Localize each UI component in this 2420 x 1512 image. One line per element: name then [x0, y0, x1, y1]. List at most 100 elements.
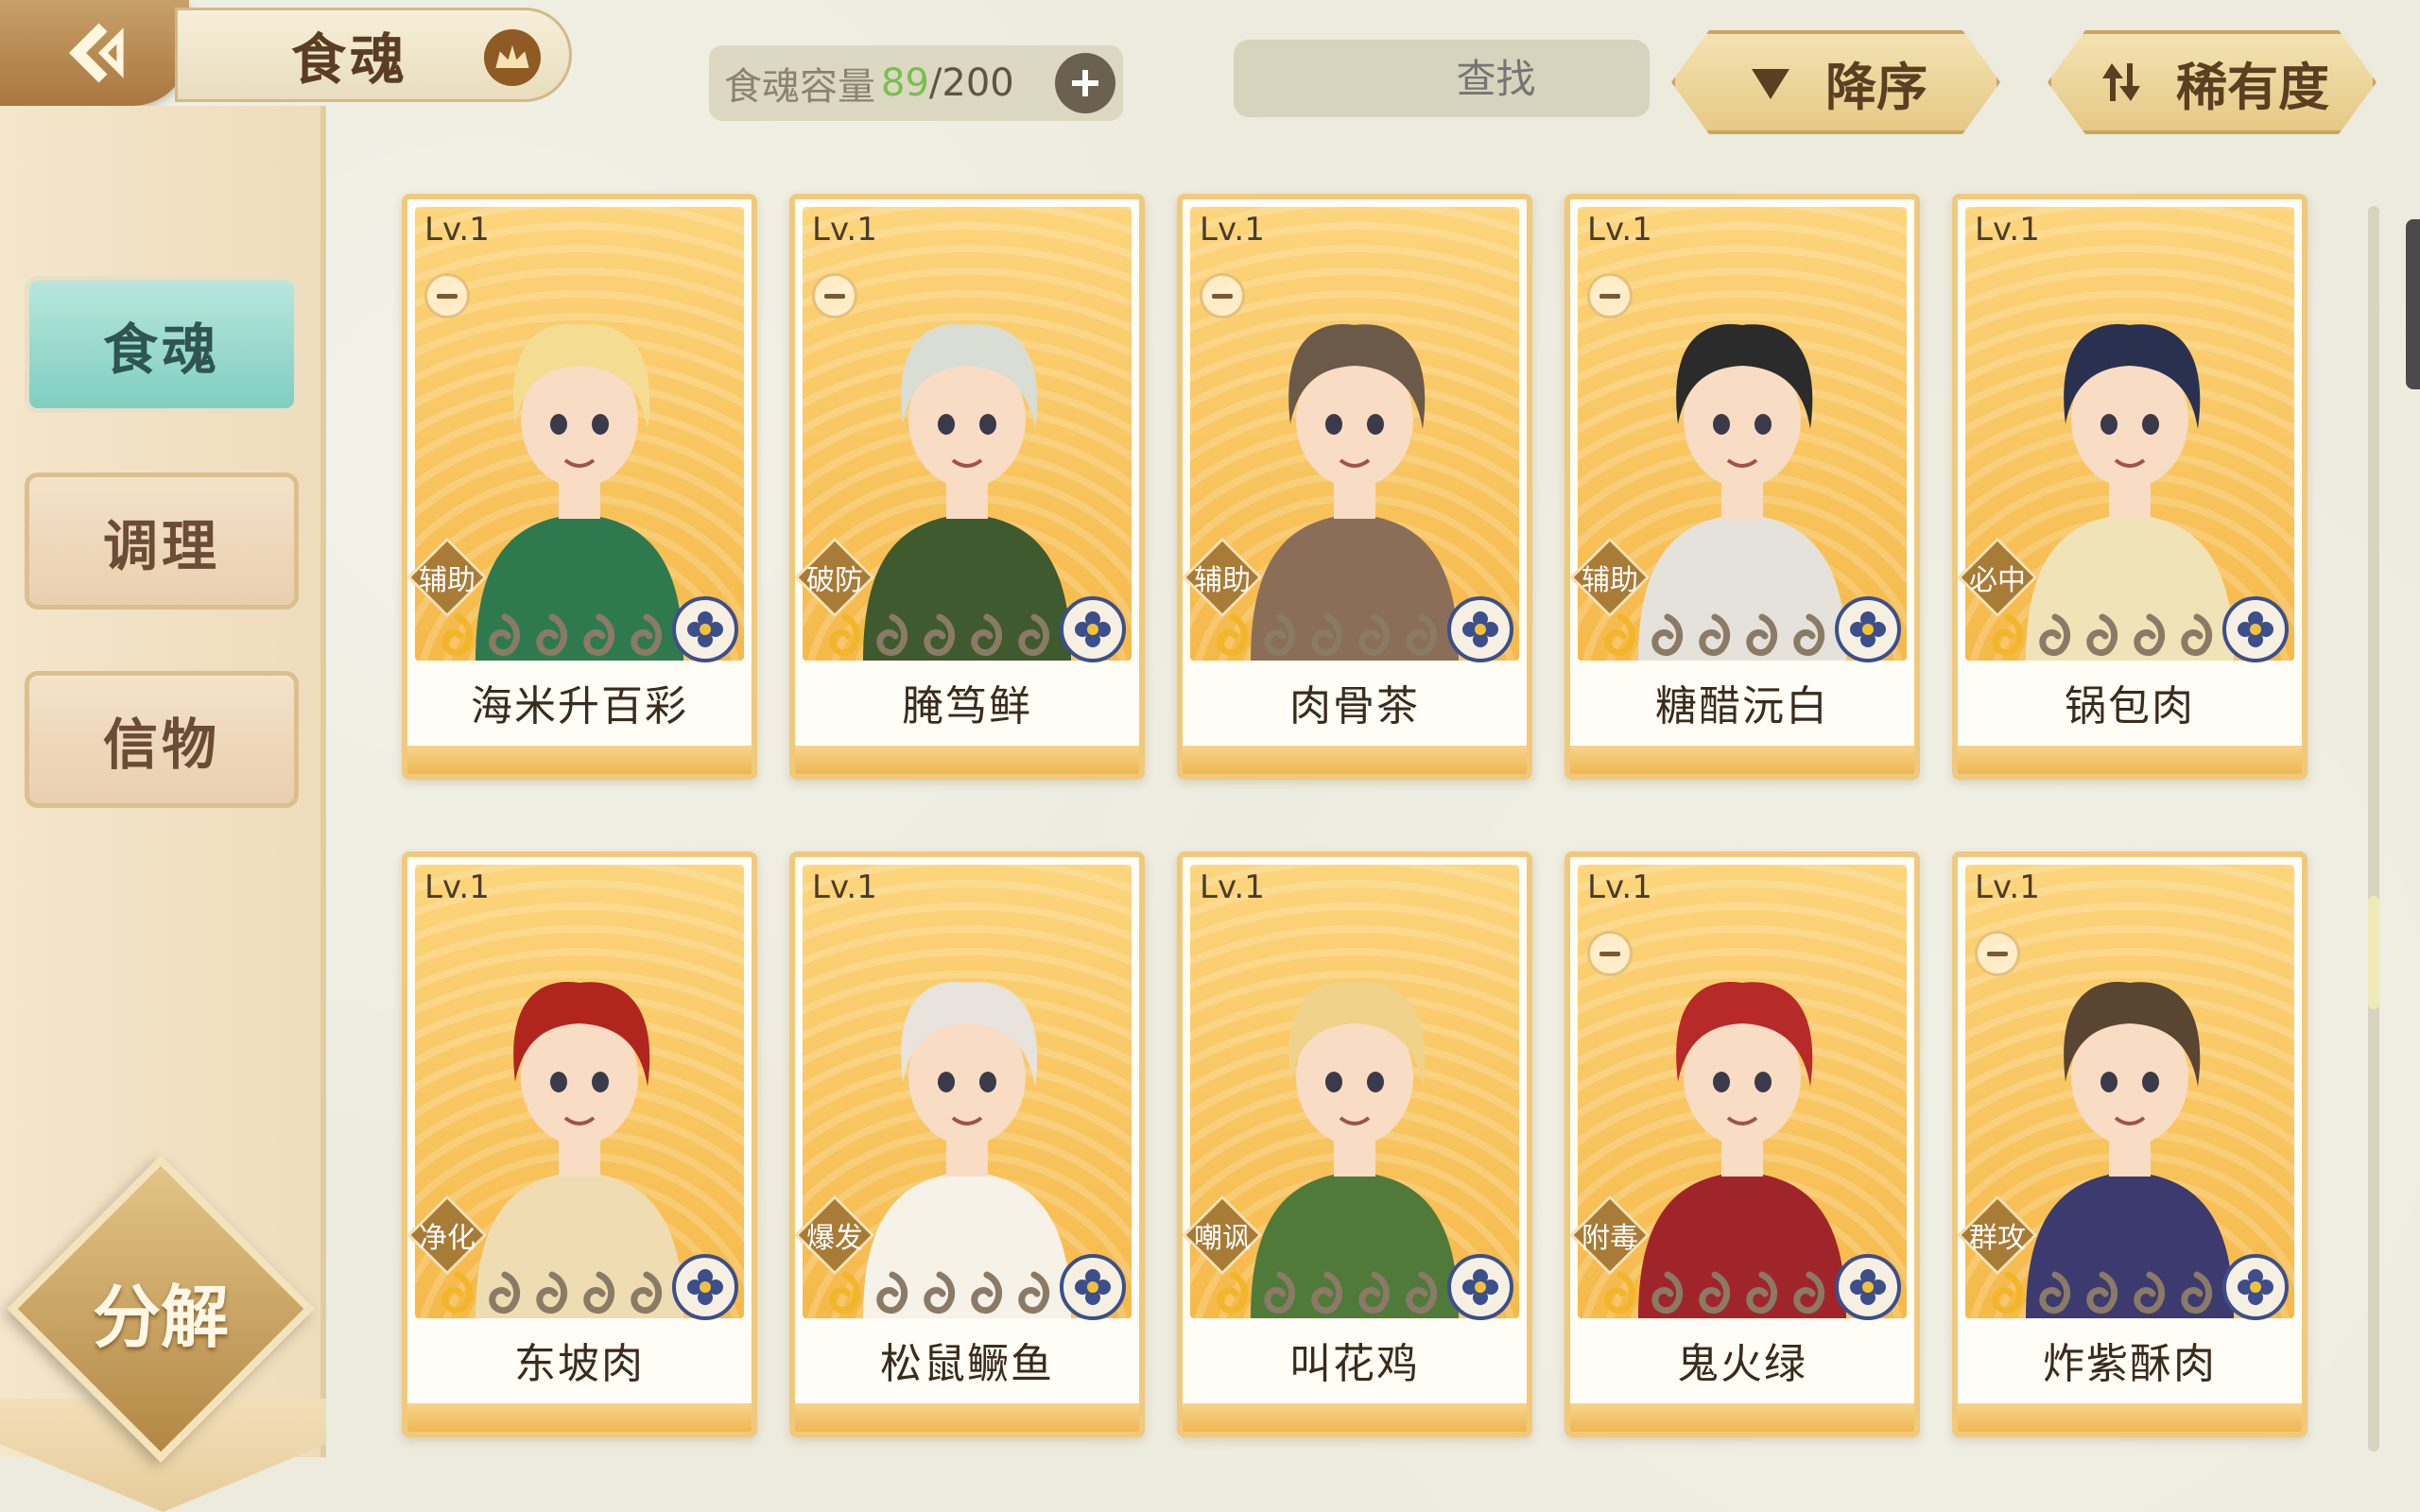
- role-label: 辅助: [419, 564, 475, 597]
- star-icon: [1746, 1271, 1778, 1314]
- sort-rarity-icon: [2095, 56, 2148, 109]
- star-icon: [1651, 1271, 1684, 1314]
- card-footer: [1183, 746, 1527, 774]
- star-icon: [1264, 1271, 1296, 1314]
- food-soul-card[interactable]: Lv.1 必中 锅包肉: [1952, 194, 2308, 780]
- card-name: 锅包肉: [2065, 682, 2195, 730]
- tab-cooking[interactable]: 调理: [25, 472, 299, 610]
- element-flower-icon: [1850, 1269, 1886, 1305]
- element-flower-icon: [687, 1269, 723, 1305]
- star-icon: [1358, 1271, 1391, 1314]
- food-soul-card[interactable]: Lv.1 辅助 糖醋沅白: [1564, 194, 1920, 780]
- star-rating: [823, 613, 1056, 657]
- element-badge: [1060, 1254, 1126, 1320]
- star-icon: [1793, 613, 1825, 657]
- element-badge: [1447, 1254, 1513, 1320]
- scroll-thumb[interactable]: [2368, 896, 2379, 1009]
- element-flower-icon: [1075, 611, 1111, 647]
- card-footer: [795, 746, 1139, 774]
- food-soul-card[interactable]: Lv.1 爆发 松鼠鳜鱼: [789, 851, 1145, 1437]
- search-input[interactable]: [1249, 55, 1743, 102]
- food-soul-card[interactable]: Lv.1 辅助 肉骨茶: [1177, 194, 1532, 780]
- edge-handle[interactable]: [2406, 219, 2420, 389]
- star-rating: [1599, 1271, 1831, 1314]
- card-level: Lv.1: [1587, 868, 1652, 906]
- star-icon: [1651, 613, 1684, 657]
- star-icon: [489, 613, 521, 657]
- role-label: 爆发: [806, 1222, 863, 1255]
- role-tag: 辅助: [1572, 540, 1648, 615]
- card-level: Lv.1: [1975, 868, 2040, 906]
- scrollbar[interactable]: [2368, 206, 2379, 1452]
- star-rating: [1211, 1271, 1443, 1314]
- star-icon: [971, 1271, 1003, 1314]
- back-button[interactable]: [0, 0, 189, 106]
- star-icon: [1264, 613, 1296, 657]
- star-icon: [924, 1271, 956, 1314]
- sort-order-button[interactable]: 降序: [1671, 30, 2000, 134]
- star-rating: [823, 1271, 1056, 1314]
- food-soul-card[interactable]: Lv.1 净化 东坡肉: [402, 851, 757, 1437]
- role-label: 附毒: [1582, 1222, 1638, 1255]
- food-soul-card[interactable]: Lv.1 群攻炸紫酥肉: [1952, 851, 2308, 1437]
- card-name: 肉骨茶: [1289, 682, 1420, 730]
- element-badge: [1835, 1254, 1901, 1320]
- card-footer: [1958, 746, 2302, 774]
- role-label: 辅助: [1582, 564, 1638, 597]
- role-tag: 破防: [797, 540, 873, 615]
- sort-order-label: 降序: [1825, 57, 1927, 117]
- role-tag: 必中: [1960, 540, 2035, 615]
- card-level: Lv.1: [424, 211, 490, 249]
- star-icon: [2039, 1271, 2071, 1314]
- star-icon: [1699, 613, 1731, 657]
- add-capacity-button[interactable]: [1055, 53, 1115, 113]
- role-tag: 群攻: [1960, 1197, 2035, 1273]
- food-soul-card[interactable]: Lv.1 破防腌笃鲜: [789, 194, 1145, 780]
- lock-mark-icon: [424, 273, 470, 318]
- card-footer: [407, 1403, 752, 1432]
- card-name: 炸紫酥肉: [2043, 1340, 2217, 1388]
- decompose-label[interactable]: 分解: [52, 1262, 269, 1361]
- element-badge: [672, 1254, 738, 1320]
- star-icon: [2134, 1271, 2166, 1314]
- star-icon: [1992, 613, 2024, 657]
- tab-food-souls[interactable]: 食魂: [25, 276, 299, 413]
- lock-mark-icon: [1975, 931, 2020, 976]
- card-name: 叫花鸡: [1289, 1340, 1420, 1388]
- star-icon: [1992, 1271, 2024, 1314]
- star-icon: [1793, 1271, 1825, 1314]
- element-flower-icon: [2238, 611, 2273, 647]
- role-label: 辅助: [1194, 564, 1251, 597]
- star-icon: [489, 1271, 521, 1314]
- food-soul-card[interactable]: Lv.1 附毒 鬼火绿: [1564, 851, 1920, 1437]
- element-badge: [2222, 1254, 2289, 1320]
- card-level: Lv.1: [1587, 211, 1652, 249]
- crown-icon[interactable]: [484, 29, 541, 86]
- capacity-max: 200: [942, 61, 1014, 105]
- star-icon: [1604, 1271, 1636, 1314]
- card-footer: [1183, 1403, 1527, 1432]
- food-soul-card[interactable]: Lv.1 辅助海米升百彩: [402, 194, 757, 780]
- sort-key-button[interactable]: 稀有度: [2048, 30, 2377, 134]
- tab-tokens[interactable]: 信物: [25, 671, 299, 808]
- star-icon: [631, 1271, 663, 1314]
- star-icon: [2181, 1271, 2213, 1314]
- lock-mark-icon: [812, 273, 857, 318]
- star-rating: [1599, 613, 1831, 657]
- star-icon: [876, 1271, 908, 1314]
- star-icon: [1018, 1271, 1050, 1314]
- element-flower-icon: [1462, 611, 1498, 647]
- card-footer: [1958, 1403, 2302, 1432]
- page-title: 食魂: [291, 27, 409, 92]
- food-soul-card[interactable]: Lv.1 嘲讽 叫花鸡: [1177, 851, 1532, 1437]
- element-flower-icon: [1850, 611, 1886, 647]
- card-name: 海米升百彩: [471, 682, 688, 730]
- card-name: 腌笃鲜: [902, 682, 1032, 730]
- card-footer: [1570, 746, 1914, 774]
- role-label: 群攻: [1969, 1222, 2026, 1255]
- card-level: Lv.1: [812, 211, 877, 249]
- role-tag: 辅助: [409, 540, 485, 615]
- star-icon: [1018, 613, 1050, 657]
- role-tag: 爆发: [797, 1197, 873, 1273]
- star-icon: [2086, 1271, 2118, 1314]
